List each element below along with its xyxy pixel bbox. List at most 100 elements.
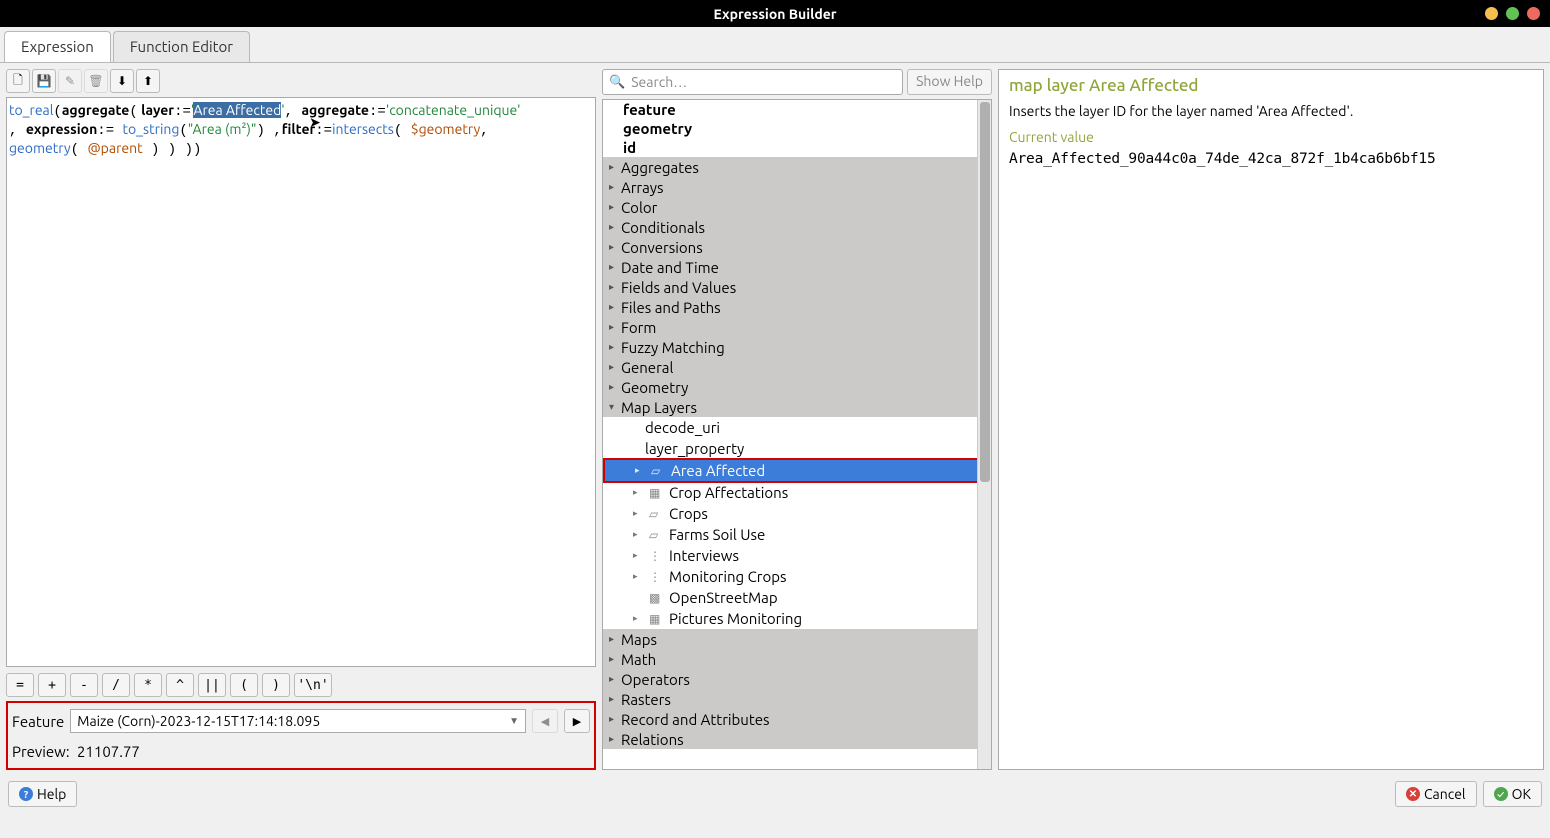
tree-group[interactable]: ▸Date and Time [603,257,991,277]
tree-layer-item[interactable]: ▸▦Crop Affectations [603,482,991,503]
feature-label: Feature [12,713,64,730]
new-file-icon[interactable]: 🗋 [6,69,30,93]
tree-layer-item[interactable]: ▸⋮Monitoring Crops [603,566,991,587]
expand-icon: ▸ [609,201,619,213]
expand-icon: ▸ [609,693,619,705]
tree-group[interactable]: ▸General [603,357,991,377]
layer-type-icon: ⋮ [649,549,663,563]
tree-group[interactable]: ▸Rasters [603,689,991,709]
layer-type-icon: ▩ [649,591,663,605]
tree-layer-item[interactable]: ▩OpenStreetMap [603,587,991,608]
tree-group[interactable]: ▸Form [603,317,991,337]
tree-group[interactable]: ▸Record and Attributes [603,709,991,729]
tree-group[interactable]: ▸Color [603,197,991,217]
operator-button[interactable]: || [198,673,226,697]
minimize-button[interactable] [1485,7,1498,20]
preview-value: 21107.77 [77,743,140,760]
expression-editor[interactable]: to_real(aggregate( layer:='Area Affected… [6,97,596,667]
tree-top-item[interactable]: geometry [603,119,991,138]
search-input[interactable]: 🔍 Search… [602,69,903,95]
tree-group[interactable]: ▸Conditionals [603,217,991,237]
expand-icon: ▸ [609,341,619,353]
tree-layer-item[interactable]: ▸▱Crops [603,503,991,524]
tree-group[interactable]: ▸Fuzzy Matching [603,337,991,357]
expand-icon: ▸ [609,281,619,293]
tree-top-item[interactable]: id [603,138,991,157]
expand-icon: ▸ [633,571,643,582]
feature-preview-box: Feature Maize (Corn)-2023-12-15T17:14:18… [6,701,596,770]
next-feature-button[interactable]: ▶ [564,709,590,733]
tree-layer-item[interactable]: ▸▱Farms Soil Use [603,524,991,545]
tree-layer-item[interactable]: ▸▱Area Affected [605,460,989,481]
tree-group[interactable]: ▸Aggregates [603,157,991,177]
mouse-cursor-icon: ➤ [309,114,321,131]
show-help-button[interactable]: Show Help [907,69,992,95]
help-button[interactable]: ? Help [8,781,77,807]
tree-group[interactable]: ▸Arrays [603,177,991,197]
close-button[interactable] [1527,7,1540,20]
operator-button[interactable]: + [38,673,66,697]
help-panel: map layer Area Affected Inserts the laye… [998,69,1544,770]
expand-icon: ▸ [609,713,619,725]
tree-group[interactable]: ▸Relations [603,729,991,749]
help-title: map layer Area Affected [1009,76,1533,95]
expand-icon: ▸ [609,733,619,745]
function-tree[interactable]: featuregeometryid ▸Aggregates▸Arrays▸Col… [602,99,992,770]
tab-expression[interactable]: Expression [4,31,111,62]
cancel-button[interactable]: ✕ Cancel [1395,781,1477,807]
operator-button[interactable]: ^ [166,673,194,697]
current-value-label: Current value [1009,129,1533,145]
ok-button[interactable]: ✓ OK [1483,781,1542,807]
help-description: Inserts the layer ID for the layer named… [1009,103,1533,119]
expand-icon: ▸ [609,653,619,665]
save-icon[interactable]: 💾 [32,69,56,93]
operator-row: =+-/*^||()'\n' [6,673,596,697]
expand-icon: ▸ [633,550,643,561]
tree-group[interactable]: ▸Files and Paths [603,297,991,317]
tree-scrollbar[interactable] [977,100,991,769]
window-title: Expression Builder [713,6,836,22]
layer-type-icon: ▱ [649,507,663,521]
tree-group[interactable]: ▸Math [603,649,991,669]
import-icon[interactable]: ⬇ [110,69,134,93]
expand-icon: ▸ [609,261,619,273]
window-controls [1485,7,1540,20]
maximize-button[interactable] [1506,7,1519,20]
tree-item[interactable]: layer_property [603,438,991,459]
operator-button[interactable]: / [102,673,130,697]
expand-icon: ▸ [609,301,619,313]
expand-icon: ▸ [609,221,619,233]
operator-button[interactable]: * [134,673,162,697]
tree-item[interactable]: decode_uri [603,417,991,438]
expand-icon: ▸ [633,508,643,519]
cancel-icon: ✕ [1406,787,1420,801]
title-bar: Expression Builder [0,0,1550,27]
operator-button[interactable]: = [6,673,34,697]
layer-type-icon: ▦ [649,486,663,500]
tree-group[interactable]: ▸Operators [603,669,991,689]
chevron-down-icon: ▼ [509,715,519,727]
operator-button[interactable]: ) [262,673,290,697]
expand-icon: ▸ [633,613,643,624]
tree-group[interactable]: ▸Maps [603,629,991,649]
layer-type-icon: ⋮ [649,570,663,584]
feature-combo[interactable]: Maize (Corn)-2023-12-15T17:14:18.095 ▼ [70,709,526,733]
operator-button[interactable]: '\n' [294,673,332,697]
expand-icon: ▾ [609,401,619,413]
expand-icon: ▸ [609,321,619,333]
tree-top-item[interactable]: feature [603,100,991,119]
prev-feature-button: ◀ [532,709,558,733]
editor-toolbar: 🗋 💾 ✎ 🗑 ⬇ ⬆ [6,69,596,93]
tree-group[interactable]: ▾Map Layers [603,397,991,417]
tab-function-editor[interactable]: Function Editor [113,31,250,62]
search-icon: 🔍 [609,75,625,90]
tree-layer-item[interactable]: ▸▦Pictures Monitoring [603,608,991,629]
tree-group[interactable]: ▸Fields and Values [603,277,991,297]
tree-group[interactable]: ▸Conversions [603,237,991,257]
operator-button[interactable]: - [70,673,98,697]
export-icon[interactable]: ⬆ [136,69,160,93]
tree-layer-item[interactable]: ▸⋮Interviews [603,545,991,566]
search-placeholder: Search… [631,74,687,90]
operator-button[interactable]: ( [230,673,258,697]
tree-group[interactable]: ▸Geometry [603,377,991,397]
